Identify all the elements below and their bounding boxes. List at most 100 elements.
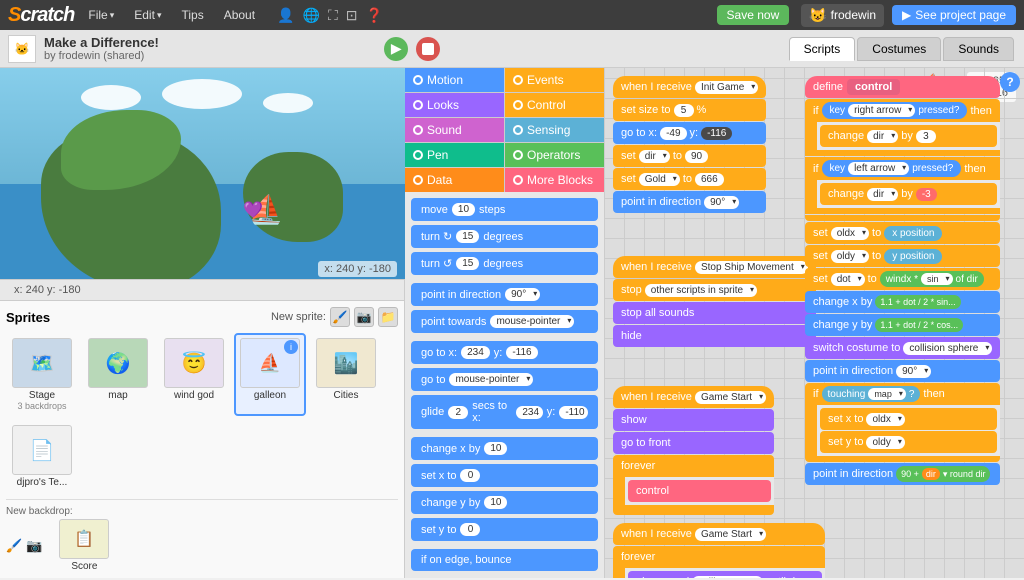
block-go-to[interactable]: go to mouse-pointer — [411, 368, 598, 391]
block-point-dir-90[interactable]: point in direction 90° — [613, 191, 766, 213]
block-change-y[interactable]: change y by 10 — [411, 491, 598, 514]
block-go-to-front[interactable]: go to front — [613, 432, 774, 454]
block-hide[interactable]: hide — [613, 325, 816, 347]
block-move-steps[interactable]: move 10 steps — [411, 198, 598, 221]
globe-icon[interactable]: 🌐 — [303, 7, 320, 24]
new-backdrop-label: New backdrop: — [6, 506, 398, 517]
about-menu[interactable]: About — [218, 8, 261, 22]
block-categories: Motion Events Looks Control Sound Sensin… — [405, 68, 604, 192]
script-game-start-sound: when I receive Game Start forever play s… — [613, 523, 825, 578]
data-dot — [413, 175, 423, 185]
tips-menu[interactable]: Tips — [175, 8, 209, 22]
sprite-item-cities[interactable]: 🏙️ Cities — [310, 333, 382, 416]
category-motion[interactable]: Motion — [405, 68, 504, 92]
photo-sprite-button[interactable]: 📷 — [354, 307, 374, 327]
user-account[interactable]: 😺 frodewin — [801, 4, 884, 27]
category-events[interactable]: Events — [505, 68, 604, 92]
category-more-blocks[interactable]: More Blocks — [505, 168, 604, 192]
block-change-x[interactable]: change x by 10 — [411, 437, 598, 460]
sprite-item-stage[interactable]: 🗺️ Stage 3 backdrops — [6, 333, 78, 416]
block-point-towards[interactable]: point towards mouse-pointer — [411, 310, 598, 333]
hat-when-receive-game-start-2[interactable]: when I receive Game Start — [613, 523, 825, 545]
paint-backdrop-button[interactable]: 🖌️ — [6, 538, 22, 554]
help-question-button[interactable]: ? — [1000, 72, 1020, 92]
block-set-oldx[interactable]: set oldx to x position — [805, 222, 1000, 244]
block-change-x-formula[interactable]: change x by 1.1 + dot / 2 * sin... — [805, 291, 1000, 313]
if-key-right-block[interactable]: if key right arrow pressed? then change … — [805, 99, 1000, 156]
forever-block-1[interactable]: forever control — [613, 455, 774, 515]
tab-sounds[interactable]: Sounds — [943, 37, 1014, 61]
sprite-item-map[interactable]: 🌍 map — [82, 333, 154, 416]
block-set-x[interactable]: set x to 0 — [411, 464, 598, 487]
hat-when-receive-game-start[interactable]: when I receive Game Start — [613, 386, 774, 408]
sprite-item-wind-god[interactable]: 😇 wind god — [158, 333, 230, 416]
block-go-to-xy[interactable]: go to x: 234 y: -116 — [411, 341, 598, 364]
motion-dot — [413, 75, 423, 85]
block-change-dir-3[interactable]: change dir by 3 — [820, 125, 997, 147]
script-define-control: define control if key right arrow presse… — [805, 76, 1000, 485]
category-control[interactable]: Control — [505, 93, 604, 117]
paint-sprite-button[interactable]: 🖌️ — [330, 307, 350, 327]
sprite-item-djpro[interactable]: 📄 djpro's Te... — [6, 420, 78, 493]
backdrop-area: New backdrop: 🖌️ 📷 📋 Score — [6, 499, 398, 572]
block-go-to-xy-init[interactable]: go to x: -49 y: -116 — [613, 122, 766, 144]
block-stop-all-sounds[interactable]: stop all sounds — [613, 302, 816, 324]
block-point-direction[interactable]: point in direction 90° — [411, 283, 598, 306]
category-data[interactable]: Data — [405, 168, 504, 192]
block-set-dir[interactable]: set dir to 90 — [613, 145, 766, 167]
shrink-icon[interactable]: ⊡ — [346, 7, 358, 24]
block-if-on-edge-bounce[interactable]: if on edge, bounce — [411, 549, 598, 571]
photo-backdrop-button[interactable]: 📷 — [26, 538, 42, 554]
block-switch-costume[interactable]: switch costume to collision sphere — [805, 337, 1000, 359]
scratch-logo: Scratch — [8, 4, 74, 27]
block-set-size[interactable]: set size to 5 % — [613, 99, 766, 121]
tab-costumes[interactable]: Costumes — [857, 37, 941, 61]
block-show[interactable]: show — [613, 409, 774, 431]
backdrop-item-score[interactable]: 📋 Score — [54, 519, 114, 572]
block-set-gold[interactable]: set Gold to 666 — [613, 168, 766, 190]
category-pen[interactable]: Pen — [405, 143, 504, 167]
block-change-dir-neg3[interactable]: change dir by -3 — [820, 183, 997, 205]
project-name: Make a Difference! — [44, 35, 376, 50]
upload-sprite-button[interactable]: 📁 — [378, 307, 398, 327]
if-key-left-block[interactable]: if key left arrow pressed? then change d… — [805, 157, 1000, 214]
operators-dot — [513, 150, 523, 160]
file-menu[interactable]: File ▾ — [82, 8, 120, 22]
sprite-item-galleon[interactable]: ⛵ i galleon — [234, 333, 306, 416]
edit-menu[interactable]: Edit ▾ — [128, 8, 167, 22]
fullscreen-icon[interactable]: ⛶ — [328, 7, 338, 24]
block-glide[interactable]: glide 2 secs to x: 234 y: -110 — [411, 395, 598, 429]
if-touching-map-block[interactable]: if touching map ? then set x to oldx set… — [805, 383, 1000, 462]
project-icon: ▶ — [902, 8, 911, 22]
block-change-y-formula[interactable]: change y by 1.1 + dot / 2 * cos... — [805, 314, 1000, 336]
tab-scripts[interactable]: Scripts — [789, 37, 856, 61]
block-set-dot[interactable]: set dot to windx * sin of dir — [805, 268, 1000, 290]
block-point-dir-90-2[interactable]: point in direction 90° — [805, 360, 1000, 382]
block-turn-ccw[interactable]: turn ↺ 15 degrees — [411, 252, 598, 275]
block-stop-other-scripts[interactable]: stop other scripts in sprite — [613, 279, 816, 301]
save-now-button[interactable]: Save now — [717, 5, 790, 25]
category-sensing[interactable]: Sensing — [505, 118, 604, 142]
block-point-dir-formula[interactable]: point in direction 90 + dir ▾ round dir — [805, 463, 1000, 485]
block-set-x-oldx[interactable]: set x to oldx — [820, 408, 997, 430]
category-looks[interactable]: Looks — [405, 93, 504, 117]
category-sound[interactable]: Sound — [405, 118, 504, 142]
block-set-y-oldy[interactable]: set y to oldy — [820, 431, 997, 453]
block-control-call[interactable]: control — [628, 480, 771, 502]
stop-button[interactable] — [416, 37, 440, 61]
block-play-sound-until-done[interactable]: play sound sailing.mp3 until done — [628, 571, 822, 578]
block-set-y[interactable]: set y to 0 — [411, 518, 598, 541]
block-turn-cw[interactable]: turn ↻ 15 degrees — [411, 225, 598, 248]
help-icon[interactable]: ❓ — [365, 7, 382, 24]
green-flag-button[interactable]: ▶ — [384, 37, 408, 61]
block-set-oldy[interactable]: set oldy to y position — [805, 245, 1000, 267]
script-stop-ship: when I receive Stop Ship Movement stop o… — [613, 256, 816, 347]
see-project-button[interactable]: ▶ See project page — [892, 5, 1016, 25]
forever-block-2[interactable]: forever play sound sailing.mp3 until don… — [613, 546, 825, 578]
scripts-canvas[interactable]: when I receive Init Game set size to 5 %… — [605, 68, 1024, 578]
block-define-control[interactable]: define control — [805, 76, 1000, 98]
user-icon[interactable]: 👤 — [277, 7, 294, 24]
hat-when-receive-init[interactable]: when I receive Init Game — [613, 76, 766, 98]
category-operators[interactable]: Operators — [505, 143, 604, 167]
hat-when-receive-stop[interactable]: when I receive Stop Ship Movement — [613, 256, 816, 278]
